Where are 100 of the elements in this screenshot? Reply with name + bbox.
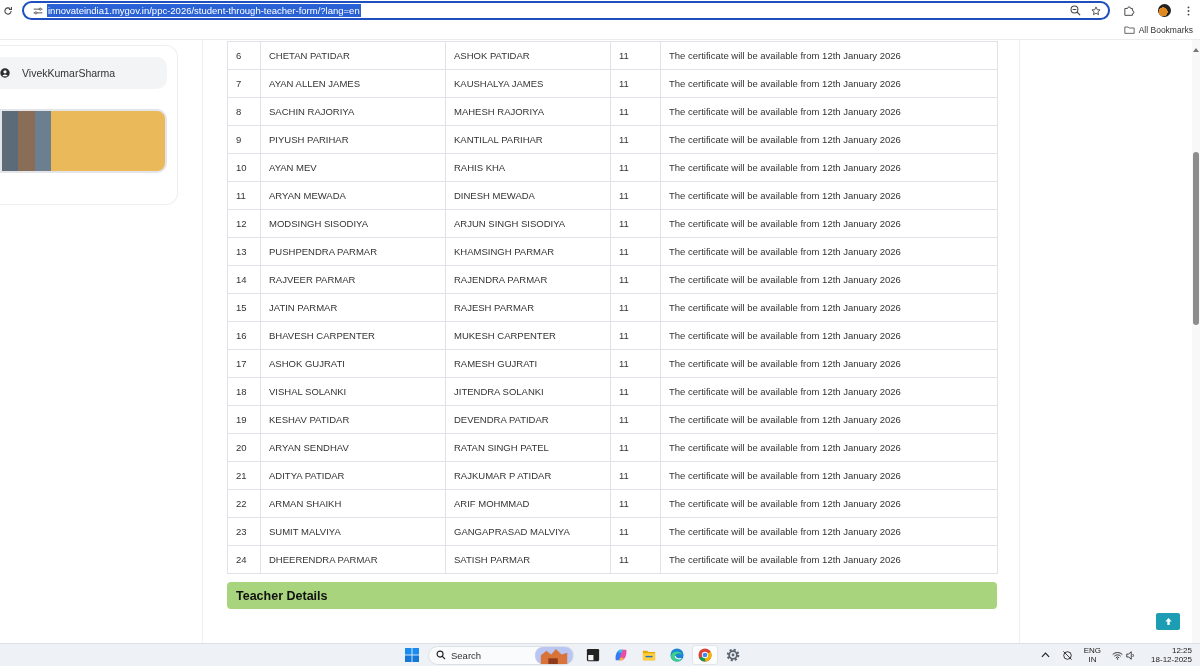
up-arrow-icon: [1163, 617, 1173, 626]
table-cell: The certificate will be available from 12th January 2026: [660, 237, 998, 266]
table-cell: 13: [227, 237, 261, 266]
scroll-arrow-icon[interactable]: [1193, 48, 1199, 52]
table-cell: JATIN PARMAR: [260, 293, 446, 322]
table-cell: The certificate will be available from 12th January 2026: [660, 97, 998, 126]
user-pill[interactable]: VivekKumarSharma: [0, 57, 167, 89]
table-cell: ARIF MOHMMAD: [445, 489, 611, 518]
gear-icon: [726, 648, 740, 662]
table-cell: PUSHPENDRA PARMAR: [260, 237, 446, 266]
table-cell: 11: [610, 461, 661, 490]
address-bar[interactable]: innovateindia1.mygov.in/ppc-2026/student-through-teacher-form/?lang=en: [22, 1, 1110, 20]
table-cell: SUMIT MALVIYA: [260, 517, 446, 546]
table-cell: The certificate will be available from 12th January 2026: [660, 489, 998, 518]
tune-icon[interactable]: [33, 6, 43, 15]
table-cell: ADITYA PATIDAR: [260, 461, 446, 490]
zoom-out-icon[interactable]: [1070, 5, 1081, 16]
table-cell: 11: [610, 265, 661, 294]
table-cell: BHAVESH CARPENTER: [260, 321, 446, 350]
table-cell: ARMAN SHAIKH: [260, 489, 446, 518]
table-cell: The certificate will be available from 12th January 2026: [660, 293, 998, 322]
folder-icon: [1123, 26, 1135, 34]
url-text[interactable]: innovateindia1.mygov.in/ppc-2026/student-through-teacher-form/?lang=en: [47, 4, 361, 17]
table-cell: GANGAPRASAD MALVIYA: [445, 517, 611, 546]
table-cell: RAJENDRA PARMAR: [445, 265, 611, 294]
puzzle-icon[interactable]: [1124, 5, 1136, 16]
table-cell: 16: [227, 321, 261, 350]
table-cell: The certificate will be available from 12th January 2026: [660, 181, 998, 210]
start-button[interactable]: [402, 645, 422, 665]
user-icon: [0, 68, 10, 78]
table-cell: 21: [227, 461, 261, 490]
table-cell: 24: [227, 545, 261, 574]
table-cell: 11: [610, 349, 661, 378]
table-cell: 11: [610, 433, 661, 462]
table-cell: MODSINGH SISODIYA: [260, 209, 446, 238]
table-cell: 11: [227, 181, 261, 210]
table-cell: KHAMSINGH PARMAR: [445, 237, 611, 266]
table-cell: 9: [227, 125, 261, 154]
table-cell: ASHOK GUJRATI: [260, 349, 446, 378]
menu-icon[interactable]: [1187, 5, 1190, 16]
table-cell: SACHIN RAJORIYA: [260, 97, 446, 126]
table-cell: The certificate will be available from 12th January 2026: [660, 461, 998, 490]
reload-icon[interactable]: [3, 5, 13, 16]
table-cell: 11: [610, 405, 661, 434]
table-cell: AYAN MEV: [260, 153, 446, 182]
table-cell: KANTILAL PARIHAR: [445, 125, 611, 154]
table-cell: KESHAV PATIDAR: [260, 405, 446, 434]
table-cell: 6: [227, 41, 261, 70]
table-cell: ASHOK PATIDAR: [445, 41, 611, 70]
banner-placeholder[interactable]: [0, 109, 167, 173]
table-cell: 11: [610, 209, 661, 238]
table-cell: 12: [227, 209, 261, 238]
table-cell: ARJUN SINGH SISODIYA: [445, 209, 611, 238]
table-cell: 11: [610, 97, 661, 126]
table-cell: The certificate will be available from 12th January 2026: [660, 153, 998, 182]
star-icon[interactable]: [1091, 5, 1101, 16]
four-squares-icon: [405, 648, 419, 662]
table-cell: DEVENDRA PATIDAR: [445, 405, 611, 434]
user-name: VivekKumarSharma: [22, 67, 116, 79]
table-cell: 17: [227, 349, 261, 378]
swirl-icon: [614, 648, 628, 662]
bookmark-link[interactable]: All Bookmarks: [1138, 25, 1193, 35]
table-cell: RAHIS KHA: [445, 153, 611, 182]
table-cell: The certificate will be available from 12th January 2026: [660, 517, 998, 546]
scroll-top-button[interactable]: [1156, 613, 1180, 630]
table-cell: SATISH PARMAR: [445, 545, 611, 574]
speaker-icon[interactable]: [1126, 650, 1136, 660]
wifi-icon[interactable]: [1112, 650, 1124, 660]
table-cell: 23: [227, 517, 261, 546]
clock-time[interactable]: 12:25: [1171, 646, 1192, 655]
table-cell: MUKESH CARPENTER: [445, 321, 611, 350]
table-cell: AYAN ALLEN JAMES: [260, 69, 446, 98]
language-code[interactable]: ENG: [1083, 646, 1102, 655]
table-cell: DHEERENDRA PARMAR: [260, 545, 446, 574]
table-cell: 11: [610, 181, 661, 210]
table-cell: The certificate will be available from 12th January 2026: [660, 265, 998, 294]
scrollbar-thumb[interactable]: [1193, 152, 1199, 325]
table-cell: The certificate will be available from 12th January 2026: [660, 125, 998, 154]
table-cell: 11: [610, 293, 661, 322]
table-cell: RAMESH GUJRATI: [445, 349, 611, 378]
crossed-circle-icon[interactable]: [1061, 649, 1073, 661]
table-cell: 22: [227, 489, 261, 518]
table-cell: ARYAN SENDHAV: [260, 433, 446, 462]
table-cell: 11: [610, 153, 661, 182]
table-cell: PIYUSH PARIHAR: [260, 125, 446, 154]
table-cell: 11: [610, 125, 661, 154]
scrollbar[interactable]: [1192, 40, 1200, 643]
ring-icon: [698, 648, 712, 662]
table-cell: The certificate will be available from 12th January 2026: [660, 349, 998, 378]
window-icon: [586, 648, 600, 662]
profile-avatar[interactable]: [1158, 4, 1171, 17]
table-cell: MAHESH RAJORIYA: [445, 97, 611, 126]
wave-icon: [670, 648, 684, 662]
table-cell: VISHAL SOLANKI: [260, 377, 446, 406]
table-cell: RATAN SINGH PATEL: [445, 433, 611, 462]
clock-date[interactable]: 18-12-2025: [1151, 655, 1192, 664]
table-cell: RAJKUMAR P ATIDAR: [445, 461, 611, 490]
chevron-up-icon[interactable]: [1040, 652, 1050, 658]
table-cell: RAJVEER PARMAR: [260, 265, 446, 294]
region-code[interactable]: IN: [1088, 655, 1097, 664]
